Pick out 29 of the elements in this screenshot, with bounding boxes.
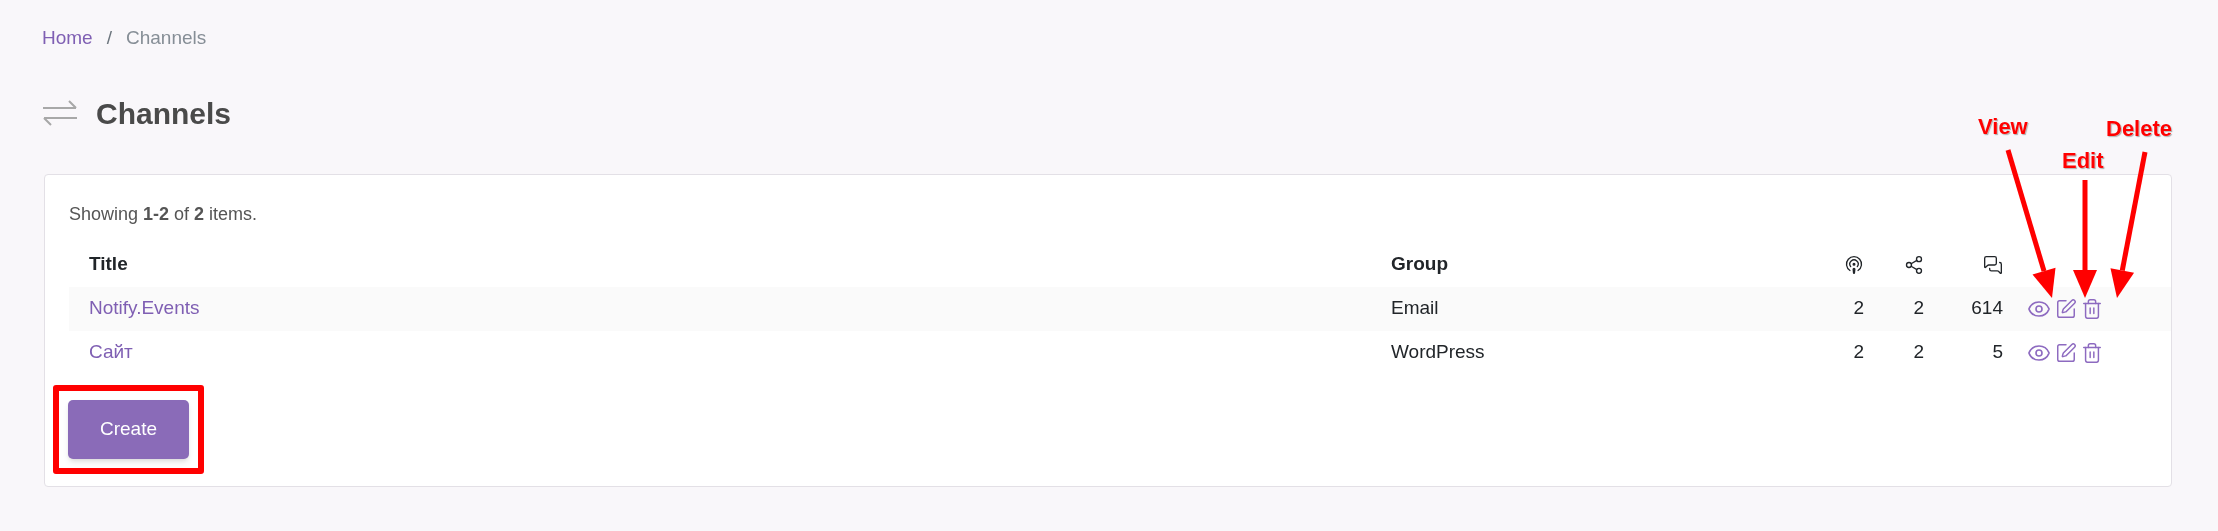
trash-icon[interactable] — [2081, 297, 2103, 320]
annotation-label: View — [1978, 113, 2028, 141]
edit-icon[interactable] — [2055, 297, 2077, 320]
count-cell-text: 2 — [1913, 296, 1924, 321]
count-cell-text: 5 — [1992, 340, 2003, 365]
column-header: Title — [88, 252, 128, 277]
create-button[interactable]: Create — [68, 399, 189, 459]
channel-link[interactable]: Сайт — [89, 338, 133, 367]
edit-icon[interactable] — [2055, 341, 2077, 364]
annotation-label: Edit — [2062, 147, 2104, 175]
trash-icon[interactable] — [2081, 341, 2103, 364]
group-cell-text: Email — [1391, 296, 1439, 321]
count-cell-text: 2 — [1913, 340, 1924, 365]
count-cell-text: 2 — [1853, 296, 1864, 321]
podcast-icon — [1844, 254, 1864, 275]
annotation-label: Delete — [2106, 115, 2173, 143]
column-header: Group — [1390, 252, 1448, 277]
breadcrumb-link[interactable]: Home — [42, 24, 93, 53]
share-icon — [1904, 254, 1924, 275]
chat-bubbles-icon — [1983, 254, 2003, 275]
breadcrumb-separator: / — [106, 26, 112, 50]
summary-text: Showing 1-2 of 2 items. — [69, 202, 259, 225]
page-title: Channels — [96, 95, 232, 132]
channel-link[interactable]: Notify.Events — [89, 294, 200, 323]
group-cell-text: WordPress — [1391, 340, 1485, 365]
count-cell-text: 614 — [1971, 296, 2003, 321]
breadcrumb-current: Channels — [125, 26, 207, 50]
swap-arrows-icon — [42, 100, 78, 126]
count-cell-text: 2 — [1853, 340, 1864, 365]
